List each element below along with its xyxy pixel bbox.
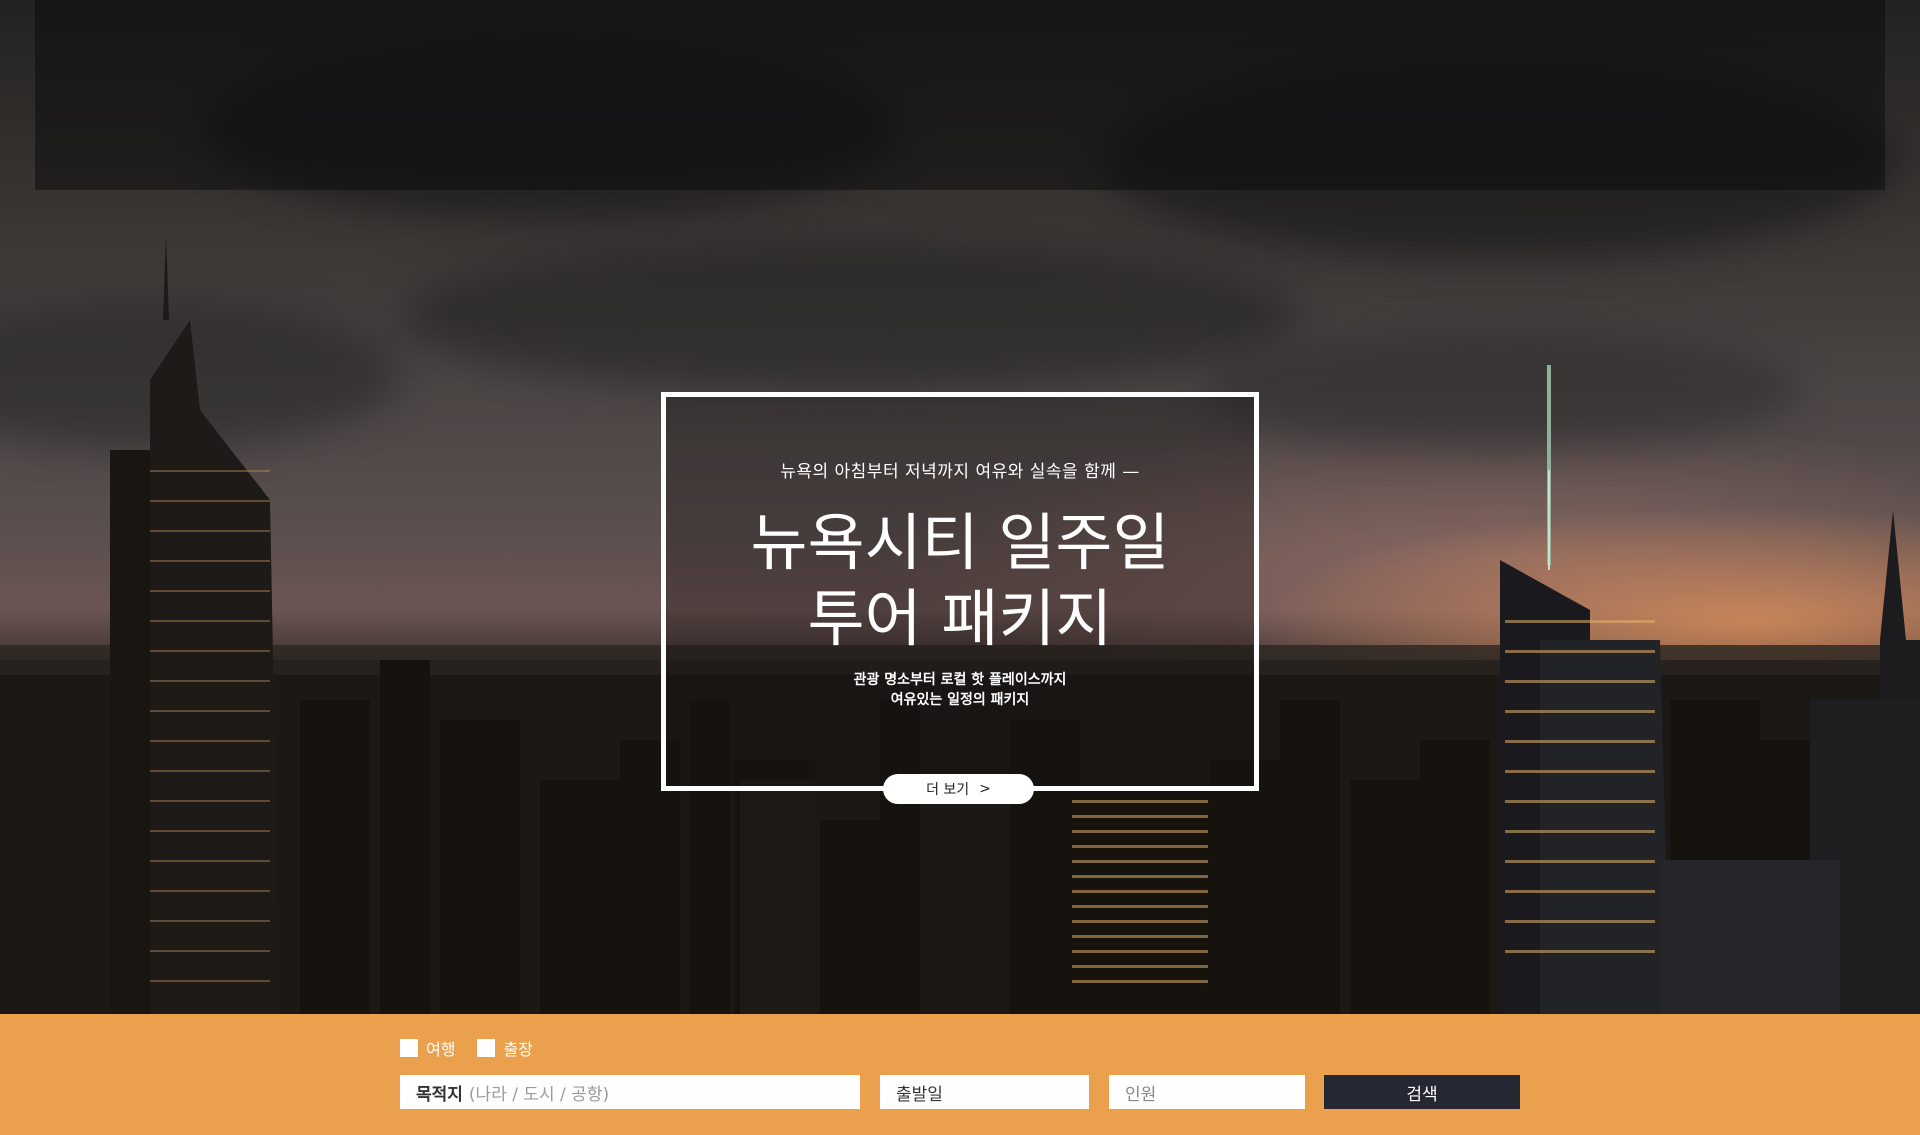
people-input[interactable]: 인원 bbox=[1109, 1075, 1305, 1109]
hero-desc-line1: 관광 명소부터 로컬 핫 플레이스까지 bbox=[853, 672, 1067, 688]
top-header-overlay bbox=[35, 0, 1885, 190]
travel-checkbox[interactable] bbox=[400, 1039, 418, 1057]
chevron-right-icon: > bbox=[979, 781, 991, 797]
hero-description: 관광 명소부터 로컬 핫 플레이스까지 여유있는 일정의 패키지 bbox=[666, 670, 1254, 710]
more-button[interactable]: 더 보기 > bbox=[883, 774, 1034, 804]
search-bar: 여행 출장 목적지 (나라 / 도시 / 공항) 출발일 인원 검색 bbox=[0, 1014, 1920, 1135]
more-button-label: 더 보기 bbox=[926, 782, 970, 798]
search-button[interactable]: 검색 bbox=[1324, 1075, 1520, 1109]
hero-title: 뉴욕시티 일주일 투어 패키지 bbox=[666, 505, 1254, 657]
destination-input[interactable]: 목적지 (나라 / 도시 / 공항) bbox=[400, 1075, 860, 1109]
departure-date-placeholder: 출발일 bbox=[896, 1084, 943, 1105]
hero-desc-line2: 여유있는 일정의 패키지 bbox=[890, 692, 1030, 708]
trip-type-options: 여행 출장 bbox=[400, 1036, 533, 1060]
hero-subtitle: 뉴욕의 아침부터 저녁까지 여유와 실속을 함께 — bbox=[780, 462, 1140, 482]
hero-card: 뉴욕의 아침부터 저녁까지 여유와 실속을 함께 — 뉴욕시티 일주일 투어 패… bbox=[661, 392, 1259, 791]
travel-label: 여행 bbox=[426, 1040, 456, 1059]
business-checkbox[interactable] bbox=[477, 1039, 496, 1057]
hero-title-line2: 투어 패키지 bbox=[807, 582, 1113, 655]
people-placeholder: 인원 bbox=[1125, 1084, 1157, 1105]
departure-date-input[interactable]: 출발일 bbox=[880, 1075, 1089, 1109]
option-travel[interactable]: 여행 bbox=[400, 1036, 455, 1060]
destination-placeholder: (나라 / 도시 / 공항) bbox=[468, 1084, 610, 1105]
hero-title-line1: 뉴욕시티 일주일 bbox=[750, 506, 1170, 579]
option-business[interactable]: 출장 bbox=[477, 1036, 533, 1060]
business-label: 출장 bbox=[503, 1040, 533, 1059]
destination-label: 목적지 bbox=[416, 1084, 463, 1105]
